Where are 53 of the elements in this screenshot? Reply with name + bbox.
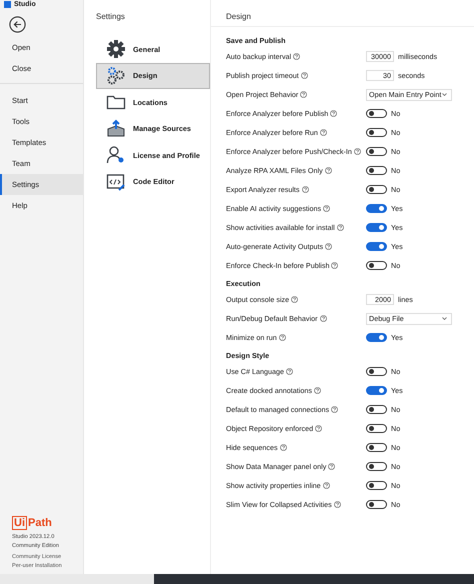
help-icon[interactable] (328, 463, 336, 470)
help-icon[interactable] (354, 148, 361, 155)
toggle-switch[interactable] (366, 242, 387, 251)
toggle-switch[interactable] (366, 109, 387, 118)
toggle-switch[interactable] (366, 424, 387, 433)
help-icon[interactable] (315, 425, 322, 432)
toggle-switch[interactable] (366, 128, 387, 137)
caret-icon (442, 93, 447, 96)
help-icon[interactable] (325, 243, 332, 250)
help-icon[interactable] (280, 444, 287, 451)
help-icon[interactable] (314, 387, 321, 394)
app-icon (4, 0, 11, 8)
toggle-switch[interactable] (366, 204, 387, 213)
help-icon[interactable] (322, 482, 330, 489)
panel-title: Design (226, 12, 252, 23)
toggle-switch[interactable] (366, 185, 387, 194)
logo: Ui Path (12, 516, 52, 530)
toggle-switch[interactable] (366, 333, 387, 342)
back-icon[interactable] (9, 16, 26, 33)
help-icon[interactable] (320, 315, 326, 322)
help-icon[interactable] (291, 296, 298, 303)
help-icon[interactable] (331, 262, 338, 269)
toggle-switch[interactable] (366, 386, 387, 395)
help-icon[interactable] (320, 129, 327, 136)
help-icon[interactable] (302, 186, 309, 193)
toggle-switch[interactable] (366, 166, 387, 175)
help-icon[interactable] (324, 167, 332, 174)
taskbar-search-field[interactable] (0, 574, 154, 584)
gears-icon (106, 66, 126, 86)
toggle-switch[interactable] (366, 147, 387, 156)
help-icon[interactable] (334, 501, 341, 508)
toggle-switch[interactable] (366, 481, 387, 490)
help-icon[interactable] (323, 205, 330, 212)
toggle-switch[interactable] (366, 500, 387, 509)
caret-icon (442, 317, 447, 320)
help-icon[interactable] (330, 110, 338, 117)
user-icon (106, 145, 126, 166)
panel-title: Settings (96, 12, 126, 23)
toggle-switch[interactable] (366, 405, 387, 414)
help-icon[interactable] (278, 334, 286, 341)
toggle-switch[interactable] (366, 261, 387, 270)
help-icon[interactable] (300, 72, 308, 79)
help-icon[interactable] (293, 53, 300, 60)
help-icon[interactable] (336, 224, 344, 231)
toggle-switch[interactable] (366, 223, 387, 232)
code-editor-icon (106, 172, 126, 192)
toggle-switch[interactable] (366, 462, 387, 471)
toggle-switch[interactable] (366, 367, 387, 376)
box-upload-icon (106, 118, 126, 139)
help-icon[interactable] (300, 91, 308, 98)
toggle-switch[interactable] (366, 443, 387, 452)
help-icon[interactable] (331, 406, 338, 413)
help-icon[interactable] (286, 368, 293, 375)
